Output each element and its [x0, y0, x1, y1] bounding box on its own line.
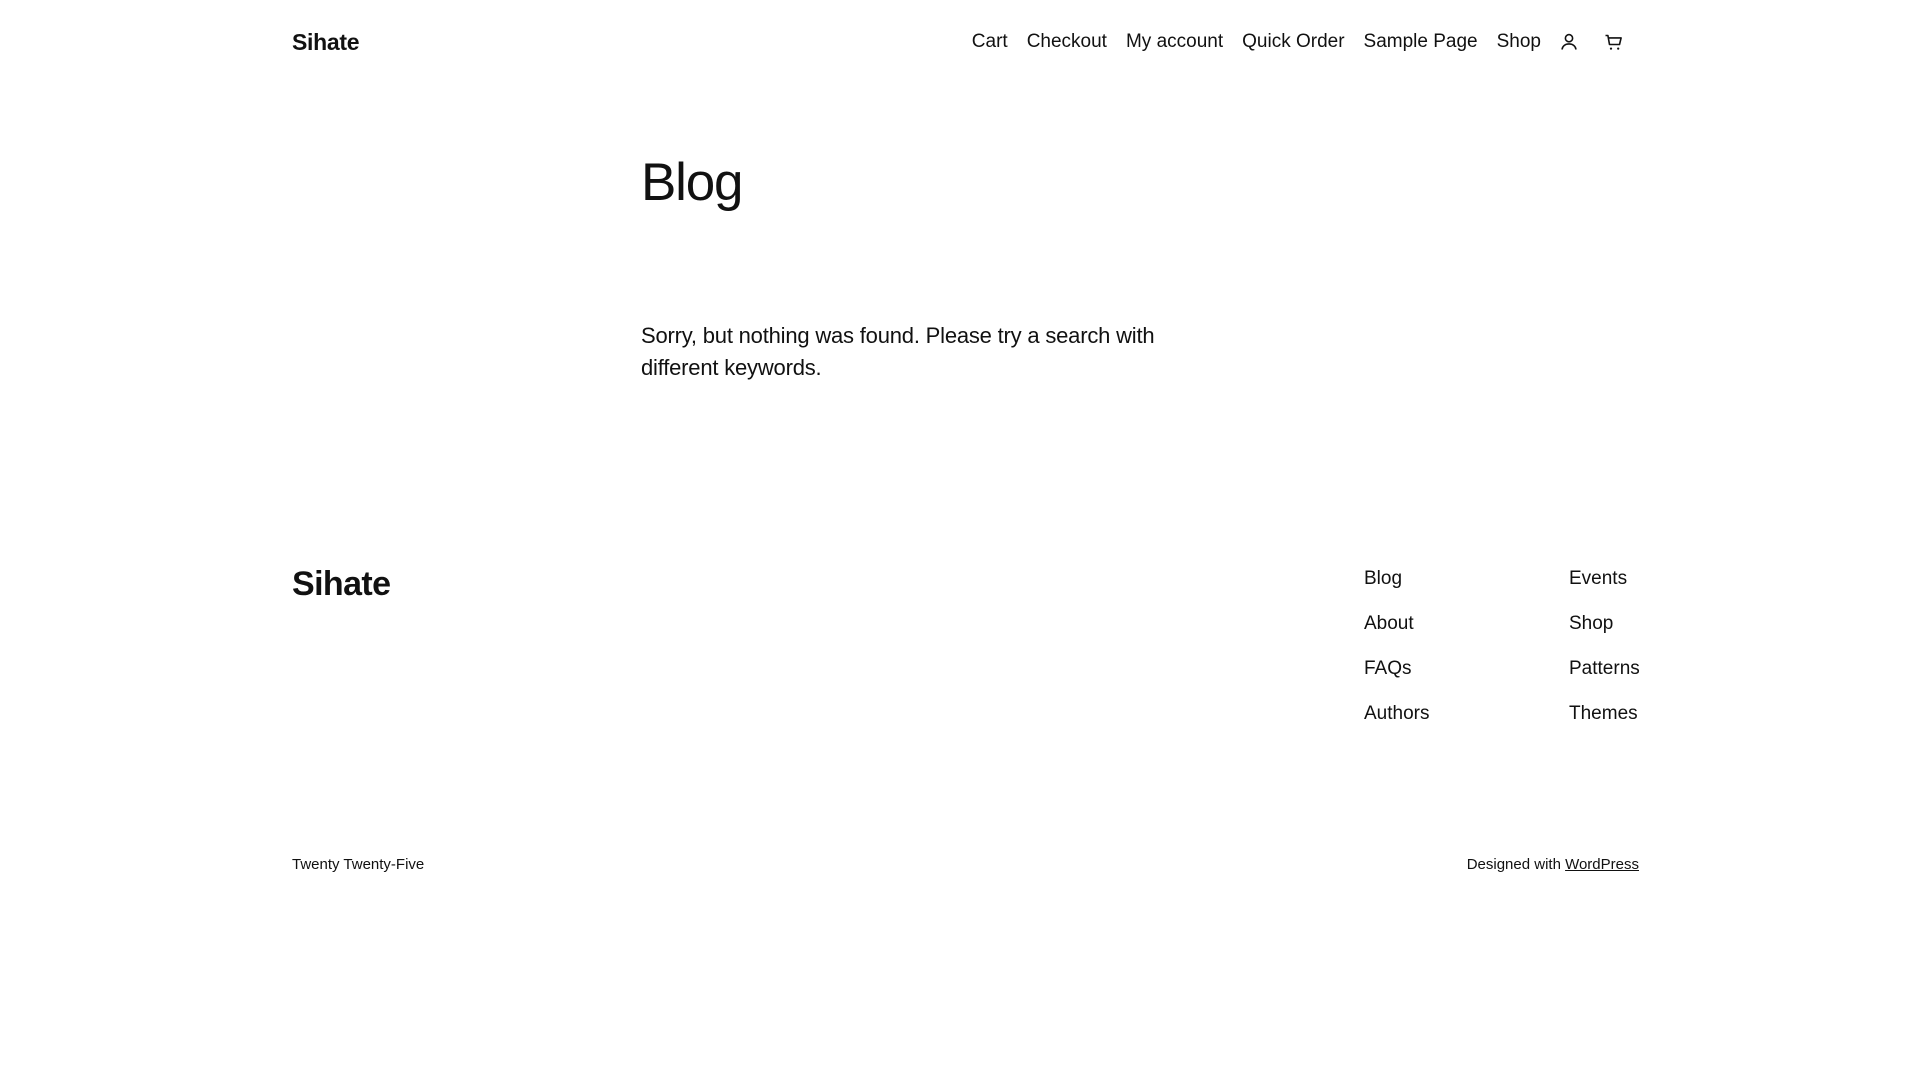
- footer-nav-column-2: Events Shop Patterns Themes: [1569, 563, 1640, 743]
- footer-credit: Designed with WordPress: [1467, 853, 1639, 877]
- footer-link-patterns[interactable]: Patterns: [1569, 658, 1640, 679]
- account-button[interactable]: [1553, 26, 1585, 58]
- footer-link-authors[interactable]: Authors: [1364, 703, 1429, 724]
- footer-credit-prefix: Designed with: [1466, 856, 1561, 873]
- nav-link-cart[interactable]: Cart: [972, 26, 1008, 58]
- footer-site-title-link[interactable]: Sihate: [292, 562, 391, 606]
- page-title: Blog: [641, 153, 743, 212]
- main-navigation: Cart Checkout My account Quick Order Sam…: [972, 26, 1630, 58]
- site-header: Sihate Cart Checkout My account Quick Or…: [0, 0, 1920, 86]
- nav-link-my-account[interactable]: My account: [1126, 26, 1223, 58]
- footer-link-about[interactable]: About: [1364, 613, 1414, 634]
- nav-link-shop[interactable]: Shop: [1497, 26, 1541, 58]
- footer-link-blog[interactable]: Blog: [1364, 568, 1402, 589]
- nav-link-sample-page[interactable]: Sample Page: [1364, 26, 1478, 58]
- footer-wordpress-link[interactable]: WordPress: [1565, 856, 1639, 873]
- footer-link-shop[interactable]: Shop: [1569, 613, 1613, 634]
- footer-link-events[interactable]: Events: [1569, 568, 1627, 589]
- user-icon: [1561, 33, 1577, 50]
- site-title-link[interactable]: Sihate: [292, 26, 360, 58]
- footer-nav-column-1: Blog About FAQs Authors: [1364, 563, 1429, 743]
- footer-link-themes[interactable]: Themes: [1569, 703, 1638, 724]
- cart-icon: [1605, 34, 1622, 50]
- footer-link-faqs[interactable]: FAQs: [1364, 658, 1412, 679]
- no-results-message: Sorry, but nothing was found. Please try…: [641, 323, 1155, 380]
- nav-link-quick-order[interactable]: Quick Order: [1242, 26, 1344, 58]
- footer-theme-name: Twenty Twenty-Five: [292, 856, 425, 873]
- nav-link-checkout[interactable]: Checkout: [1027, 26, 1107, 58]
- mini-cart-button[interactable]: [1598, 26, 1630, 58]
